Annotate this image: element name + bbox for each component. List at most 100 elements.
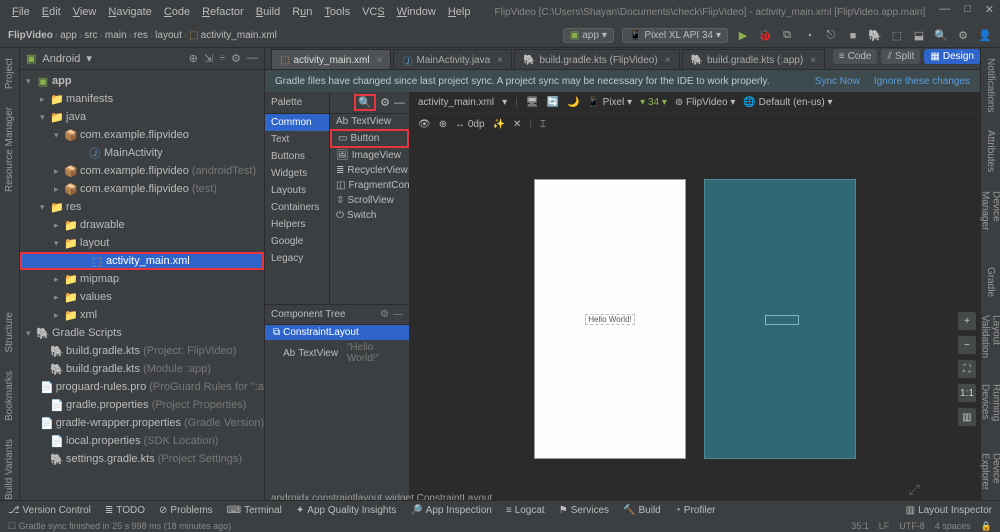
default-margin[interactable]: ↔ 0dp — [455, 119, 484, 130]
ct-gear-icon[interactable]: ⚙ — [380, 309, 389, 320]
tool-layout-validation[interactable]: Layout Validation — [980, 311, 1000, 370]
palette-cat-containers[interactable]: Containers — [265, 199, 329, 216]
minimize-icon[interactable]: — — [939, 3, 950, 16]
widget-switch[interactable]: ⏻Switch — [330, 208, 409, 223]
sb2-lf[interactable]: LF — [879, 521, 890, 532]
settings-icon[interactable]: ⚙ — [956, 29, 970, 43]
palette-cat-helpers[interactable]: Helpers — [265, 216, 329, 233]
menu-tools[interactable]: Tools — [320, 4, 354, 20]
sb-todo[interactable]: ≣ TODO — [105, 505, 145, 516]
tool-structure[interactable]: Structure — [4, 308, 15, 357]
tree-gradle-scripts[interactable]: ▾🐘Gradle Scripts — [20, 324, 264, 342]
tree-app[interactable]: ▾▣app — [20, 72, 264, 90]
palette-cat-legacy[interactable]: Legacy — [265, 250, 329, 267]
tool-device-explorer[interactable]: Device Explorer — [980, 449, 1000, 504]
sb2-lock-icon[interactable]: 🔒 — [981, 521, 992, 532]
hello-world-label[interactable]: Hello World! — [585, 314, 634, 325]
menu-view[interactable]: View — [69, 4, 101, 20]
sb-build[interactable]: 🔨 Build — [623, 505, 661, 516]
tab-gradle-project[interactable]: 🐘build.gradle.kts (FlipVideo)× — [514, 49, 680, 69]
mode-code[interactable]: ≡ Code — [833, 49, 878, 64]
tree-pkg1[interactable]: ▾📦com.example.flipvideo — [20, 126, 264, 144]
expand-icon[interactable]: ⇲ — [204, 52, 213, 65]
tree-gw[interactable]: 📄gradle-wrapper.properties (Gradle Versi… — [20, 414, 264, 432]
zoom-11-icon[interactable]: 1:1 — [958, 384, 976, 402]
tree-bg1[interactable]: 🐘build.gradle.kts (Project: FlipVideo) — [20, 342, 264, 360]
select-opened-icon[interactable]: ⊕ — [189, 52, 198, 65]
orientation-icon[interactable]: 🔄 — [546, 97, 558, 108]
zoom-fit-icon[interactable]: ⛶ — [958, 360, 976, 378]
pan-icon[interactable]: ⌶ — [540, 119, 546, 130]
canvas-file[interactable]: activity_main.xml — [418, 97, 494, 108]
tree-pkg3[interactable]: ▸📦com.example.flipvideo (test) — [20, 180, 264, 198]
sb2-enc[interactable]: UTF-8 — [899, 521, 925, 532]
sb-layout-inspector[interactable]: ▥ Layout Inspector — [906, 505, 992, 516]
tree-mipmap[interactable]: ▸📁mipmap — [20, 270, 264, 288]
tool-attributes[interactable]: Attributes — [985, 126, 996, 176]
resize-handle-icon[interactable]: ⤢ — [909, 481, 920, 498]
menu-help[interactable]: Help — [444, 4, 475, 20]
sync-icon[interactable]: 🐘 — [868, 29, 882, 43]
device-type[interactable]: 📱 Pixel ▾ — [587, 97, 632, 108]
menu-vcs[interactable]: VCS — [358, 4, 389, 20]
tree-gp[interactable]: 📄gradle.properties (Project Properties) — [20, 396, 264, 414]
design-surface[interactable]: Hello World! — [534, 179, 686, 459]
view-options-icon[interactable]: 👁 — [418, 119, 431, 130]
zoom-in-icon[interactable]: + — [958, 312, 976, 330]
tab-activity-main[interactable]: ⬚activity_main.xml× — [271, 49, 391, 69]
tree-manifests[interactable]: ▸📁manifests — [20, 90, 264, 108]
zoom-out-icon[interactable]: − — [958, 336, 976, 354]
night-icon[interactable]: 🌙 — [567, 97, 579, 108]
widget-button[interactable]: ▭Button — [330, 129, 409, 148]
palette-gear-icon[interactable]: ⚙ — [380, 96, 390, 109]
sb-profiler[interactable]: ◔ Profiler — [675, 505, 716, 516]
sb2-indent[interactable]: 4 spaces — [935, 521, 971, 532]
search-icon[interactable]: 🔍 — [934, 29, 948, 43]
sb-app-inspection[interactable]: 🔎 App Inspection — [410, 505, 492, 516]
ignore-changes-link[interactable]: Ignore these changes — [874, 76, 970, 87]
attach-icon[interactable]: ⎋ — [824, 29, 838, 43]
sync-now-link[interactable]: Sync Now — [815, 76, 860, 87]
tool-device-manager[interactable]: Device Manager — [980, 187, 1000, 244]
tree-activity-main[interactable]: ⬚activity_main.xml — [20, 252, 264, 270]
coverage-icon[interactable]: ⧉ — [780, 29, 794, 43]
account-icon[interactable]: 👤 — [978, 29, 992, 43]
tree-bg2[interactable]: 🐘build.gradle.kts (Module :app) — [20, 360, 264, 378]
menu-refactor[interactable]: Refactor — [198, 4, 248, 20]
magnet-icon[interactable]: ⊕ — [439, 119, 447, 130]
mode-design[interactable]: ▦ Design — [924, 49, 980, 64]
tab-main-activity[interactable]: ⒿMainActivity.java× — [393, 49, 512, 69]
palette-cat-common[interactable]: Common — [265, 114, 329, 131]
avd-icon[interactable]: ⬚ — [890, 29, 904, 43]
palette-cat-google[interactable]: Google — [265, 233, 329, 250]
ct-hide-icon[interactable]: — — [393, 309, 403, 320]
stop-icon[interactable]: ■ — [846, 29, 860, 43]
tool-gradle[interactable]: Gradle — [985, 263, 996, 301]
tool-running-devices[interactable]: Running Devices — [980, 380, 1000, 439]
tree-lp[interactable]: 📄local.properties (SDK Location) — [20, 432, 264, 450]
sb-aqi[interactable]: ✦ App Quality Insights — [296, 505, 396, 516]
palette-cat-buttons[interactable]: Buttons — [265, 148, 329, 165]
tree-layout[interactable]: ▾📁layout — [20, 234, 264, 252]
menu-edit[interactable]: Edit — [38, 4, 65, 20]
sb2-pos[interactable]: 35:1 — [851, 521, 869, 532]
debug-icon[interactable]: 🐞 — [758, 29, 772, 43]
widget-fragment[interactable]: ◫FragmentCon... — [330, 178, 409, 193]
tool-notifications[interactable]: Notifications — [985, 54, 996, 116]
run-icon[interactable]: ▶ — [736, 29, 750, 43]
palette-cat-layouts[interactable]: Layouts — [265, 182, 329, 199]
sb-version-control[interactable]: ⎇ Version Control — [8, 505, 91, 516]
menu-run[interactable]: Run — [288, 4, 316, 20]
menu-navigate[interactable]: Navigate — [104, 4, 155, 20]
wand-icon[interactable]: ✨ — [493, 119, 505, 130]
widget-recyclerview[interactable]: ≣RecyclerView — [330, 163, 409, 178]
menu-build[interactable]: Build — [252, 4, 284, 20]
tree-pg[interactable]: 📄proguard-rules.pro (ProGuard Rules for … — [20, 378, 264, 396]
tree-sg[interactable]: 🐘settings.gradle.kts (Project Settings) — [20, 450, 264, 468]
mode-split[interactable]: ⫽ Split — [881, 49, 920, 64]
tree-java[interactable]: ▾📁java — [20, 108, 264, 126]
menu-file[interactable]: File — [8, 4, 34, 20]
sb-logcat[interactable]: ≡ Logcat — [506, 505, 545, 516]
tab-gradle-app[interactable]: 🐘build.gradle.kts (:app)× — [682, 49, 825, 69]
palette-cat-text[interactable]: Text — [265, 131, 329, 148]
